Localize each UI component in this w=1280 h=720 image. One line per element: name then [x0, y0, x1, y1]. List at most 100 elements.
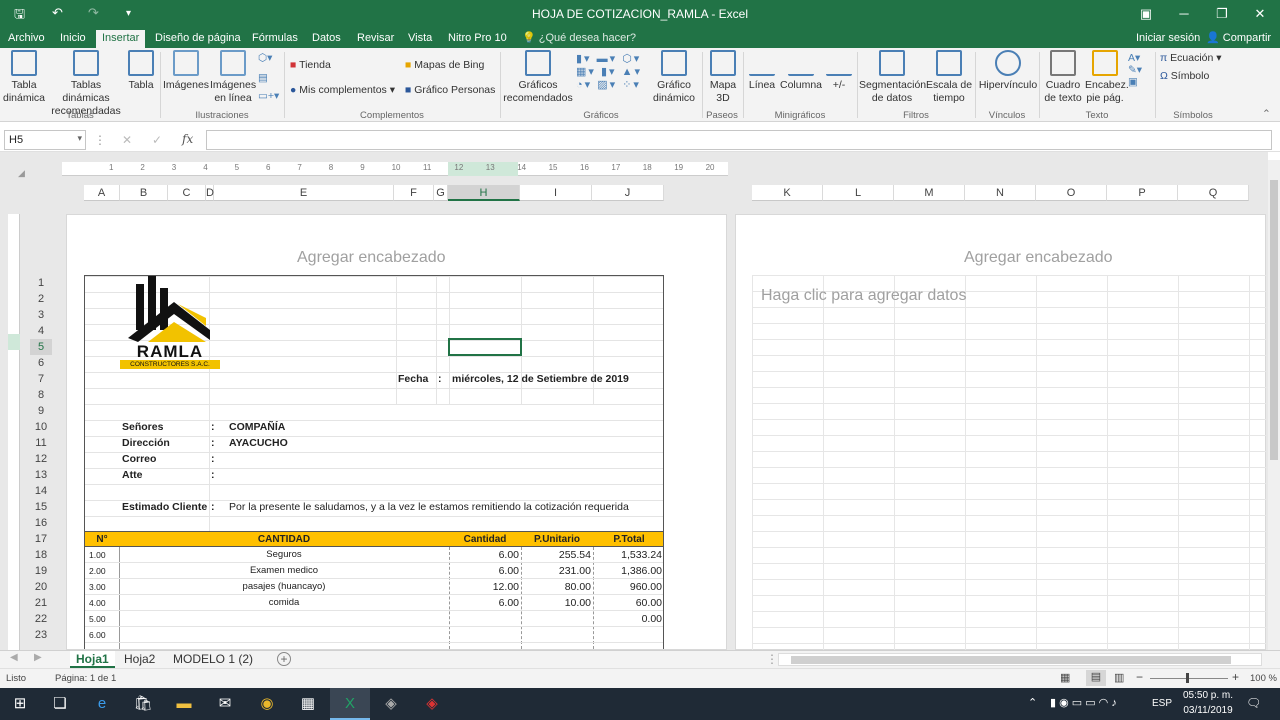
row-header-4[interactable]: 4 — [30, 323, 52, 339]
name-box[interactable]: H5 ▾ — [4, 130, 86, 150]
ribbon-options-icon[interactable]: ▣ — [1128, 3, 1164, 25]
insert-function-icon[interactable]: fx — [182, 132, 193, 146]
tray-icons[interactable]: ▮ ◉ ▭ ▭ ◠ ♪ — [1050, 696, 1117, 709]
table-cell-cant[interactable]: 12.00 — [449, 579, 519, 595]
row-header-2[interactable]: 2 — [30, 291, 52, 307]
store-app-icon[interactable]: 🛍 — [123, 688, 163, 720]
column-header-m[interactable]: M — [894, 185, 965, 201]
pictures-button[interactable]: Imágenes — [162, 50, 210, 92]
row-header-19[interactable]: 19 — [30, 563, 52, 579]
column-header-q[interactable]: Q — [1178, 185, 1249, 201]
table-button[interactable]: Tabla — [126, 50, 156, 92]
sparkline-column-button[interactable]: Columna — [779, 50, 823, 92]
table-cell-n[interactable]: 3.00 — [89, 579, 119, 595]
tray-chevron-icon[interactable]: ⌃ — [1028, 696, 1037, 709]
senores-value[interactable]: COMPAÑÍA — [229, 419, 285, 435]
row-header-17[interactable]: 17 — [30, 531, 52, 547]
vertical-scrollbar[interactable] — [1268, 160, 1280, 650]
table-cell-n[interactable]: 1.00 — [89, 547, 119, 563]
collapse-ribbon-icon[interactable]: ⌃ — [1262, 108, 1271, 120]
formula-input[interactable] — [206, 130, 1272, 150]
shapes-icon[interactable]: ⬡▾ — [258, 52, 272, 64]
tab-nitro[interactable]: Nitro Pro 10 — [442, 30, 513, 48]
horizontal-scrollbar[interactable] — [778, 653, 1262, 666]
row-header-1[interactable]: 1 — [30, 275, 52, 291]
row-header-16[interactable]: 16 — [30, 515, 52, 531]
table-cell-pt[interactable] — [593, 627, 662, 643]
smartart-icon[interactable]: ▤ — [258, 72, 268, 84]
header-hint[interactable]: Agregar encabezado — [297, 249, 446, 267]
estimado-value[interactable]: Por la presente le saludamos, y a la vez… — [229, 499, 629, 515]
table-cell-desc[interactable]: comida — [119, 595, 449, 611]
tab-prev-icon[interactable]: ◀ — [10, 652, 18, 663]
pivot-table-button[interactable]: Tabla dinámica — [2, 50, 46, 105]
sparkline-line-button[interactable]: Línea — [745, 50, 779, 92]
enter-icon[interactable]: ✓ — [152, 133, 162, 147]
sheet-tab-hoja2[interactable]: Hoja2 — [118, 651, 161, 668]
row-header-14[interactable]: 14 — [30, 483, 52, 499]
chart-types-icons[interactable]: ▮▾ ▬▾ ⬡▾ ▦▾ ▮▾ ▲▾ ◔▾ ▨▾ ⁘▾ — [576, 52, 642, 91]
bing-maps-button[interactable]: ■ Mapas de Bing — [405, 59, 484, 71]
column-header-i[interactable]: I — [520, 185, 592, 201]
table-cell-pu[interactable]: 231.00 — [521, 563, 591, 579]
column-header-b[interactable]: B — [120, 185, 168, 201]
select-all-corner[interactable]: ◢ — [18, 168, 25, 179]
page-break-view-icon[interactable]: ▥ — [1114, 671, 1124, 684]
row-header-20[interactable]: 20 — [30, 579, 52, 595]
table-cell-pt[interactable]: 60.00 — [593, 595, 662, 611]
zoom-out-button[interactable]: − — [1136, 670, 1143, 684]
row-header-9[interactable]: 9 — [30, 403, 52, 419]
table-cell-n[interactable]: 2.00 — [89, 563, 119, 579]
direccion-value[interactable]: AYACUCHO — [229, 435, 288, 451]
recommended-charts-button[interactable]: Gráficos recomendados — [502, 50, 574, 105]
zoom-slider-thumb[interactable] — [1186, 673, 1189, 683]
table-cell-pt[interactable]: 1,386.00 — [593, 563, 662, 579]
tab-datos[interactable]: Datos — [306, 30, 347, 48]
column-header-p[interactable]: P — [1107, 185, 1178, 201]
column-header-n[interactable]: N — [965, 185, 1036, 201]
tab-diseno-pagina[interactable]: Diseño de página — [149, 30, 247, 48]
language-indicator[interactable]: ESP — [1152, 698, 1172, 709]
row-header-18[interactable]: 18 — [30, 547, 52, 563]
column-header-a[interactable]: A — [84, 185, 120, 201]
table-cell-cant[interactable]: 6.00 — [449, 563, 519, 579]
screenshot-icon[interactable]: ▭+▾ — [258, 90, 279, 102]
table-cell-n[interactable]: 6.00 — [89, 627, 119, 643]
row-header-6[interactable]: 6 — [30, 355, 52, 371]
table-cell-pt[interactable]: 0.00 — [593, 611, 662, 627]
minimize-button[interactable]: ─ — [1166, 3, 1202, 25]
row-header-7[interactable]: 7 — [30, 371, 52, 387]
column-header-e[interactable]: E — [214, 185, 394, 201]
tab-insertar[interactable]: Insertar — [96, 30, 146, 48]
tab-archivo[interactable]: Archivo — [2, 30, 51, 48]
column-header-f[interactable]: F — [394, 185, 434, 201]
row-header-13[interactable]: 13 — [30, 467, 52, 483]
table-cell-desc[interactable]: Seguros — [119, 547, 449, 563]
table-cell-pu[interactable] — [521, 611, 591, 627]
online-pictures-button[interactable]: Imágenes en línea — [210, 50, 256, 105]
people-graph-button[interactable]: ■ Gráfico Personas — [405, 84, 495, 96]
sign-in-link[interactable]: Iniciar sesión — [1130, 30, 1206, 48]
tab-vista[interactable]: Vista — [402, 30, 438, 48]
row-header-8[interactable]: 8 — [30, 387, 52, 403]
row-header-22[interactable]: 22 — [30, 611, 52, 627]
clock-time[interactable]: 05:50 p. m. — [1180, 690, 1236, 701]
table-cell-desc[interactable] — [119, 627, 449, 643]
scroll-thumb[interactable] — [791, 656, 1231, 664]
sheet-tab-modelo[interactable]: MODELO 1 (2) — [167, 651, 259, 668]
column-header-h[interactable]: H — [448, 185, 520, 201]
table-cell-pu[interactable]: 10.00 — [521, 595, 591, 611]
table-cell-desc[interactable] — [119, 611, 449, 627]
my-addins-button[interactable]: ● Mis complementos ▾ — [290, 84, 395, 96]
scroll-thumb[interactable] — [1270, 180, 1278, 460]
3d-map-button[interactable]: Mapa 3D — [704, 50, 742, 105]
text-box-button[interactable]: Cuadro de texto — [1041, 50, 1085, 105]
page-layout-view-icon[interactable]: ▤ — [1086, 670, 1106, 686]
chrome-icon[interactable]: ◉ — [247, 688, 287, 720]
mail-icon[interactable]: ✉ — [205, 688, 245, 720]
file-explorer-icon[interactable]: ▬ — [164, 688, 204, 720]
add-sheet-icon[interactable]: + — [277, 652, 291, 666]
selected-cell[interactable] — [448, 338, 522, 356]
app-icon-2[interactable]: ◈ — [412, 688, 452, 720]
table-cell-pu[interactable] — [521, 627, 591, 643]
